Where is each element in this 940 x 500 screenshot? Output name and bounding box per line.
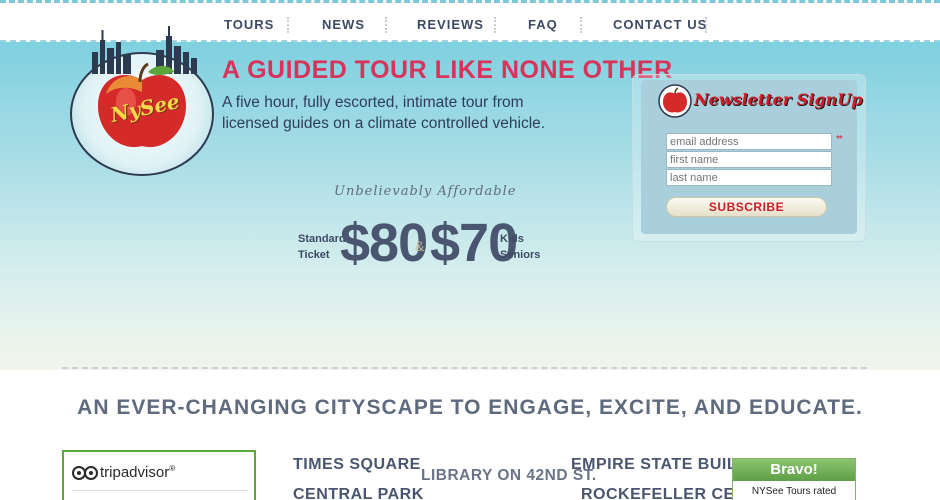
first-name-field[interactable] xyxy=(666,151,832,168)
standard-label-line2: Ticket xyxy=(298,249,330,261)
nav-separator xyxy=(287,17,291,33)
nav-separator xyxy=(705,17,709,33)
tripadvisor-brand: tripadvisor xyxy=(100,464,170,481)
kids-seniors-label: Kids Seniors xyxy=(500,231,550,263)
required-marker: ** xyxy=(836,134,843,145)
last-name-field[interactable] xyxy=(666,169,832,186)
bravo-badge[interactable]: Bravo! NYSee Tours rated xyxy=(732,458,856,500)
site-logo[interactable]: NySee xyxy=(70,14,220,176)
tripadvisor-owl-icon xyxy=(72,466,98,481)
newsletter-apple-icon xyxy=(658,84,692,118)
section-divider xyxy=(62,367,867,369)
nav-item-tours[interactable]: TOURS xyxy=(224,13,274,37)
nav-item-contact[interactable]: CONTACT US xyxy=(613,13,707,37)
nav-separator xyxy=(494,17,498,33)
cityscape-heading: AN EVER-CHANGING CITYSCAPE TO ENGAGE, EX… xyxy=(77,396,863,419)
nav-separator xyxy=(580,17,584,33)
kids-label-line2: Seniors xyxy=(500,249,541,261)
nav-item-faq[interactable]: FAQ xyxy=(528,13,558,37)
place-times-square: TIMES SQUARE xyxy=(293,456,421,473)
hero-subhead: A five hour, fully escorted, intimate to… xyxy=(222,94,546,132)
standard-ticket-label: Standard Ticket xyxy=(298,231,346,263)
bravo-title: Bravo! xyxy=(733,459,855,481)
pricing-tagline: Unbelievably Affordable xyxy=(334,184,517,199)
bravo-text: NYSee Tours rated xyxy=(751,486,837,497)
tripadvisor-divider xyxy=(72,490,248,491)
standard-label-line1: Standard xyxy=(298,233,346,245)
nav-item-news[interactable]: NEWS xyxy=(322,13,365,37)
nav-separator xyxy=(385,17,389,33)
hero-headline: A GUIDED TOUR LIKE NONE OTHER xyxy=(222,56,673,84)
newsletter-title: Newsletter SignUp xyxy=(694,90,863,109)
place-central-park: CENTRAL PARK xyxy=(293,486,424,500)
tripadvisor-trademark: ® xyxy=(169,464,176,473)
price-ampersand: & xyxy=(415,238,425,254)
tripadvisor-logo: tripadvisor® xyxy=(72,464,175,481)
nav-item-reviews[interactable]: REVIEWS xyxy=(417,13,484,37)
tripadvisor-widget[interactable]: tripadvisor® xyxy=(62,450,256,500)
email-field[interactable] xyxy=(666,133,832,150)
subscribe-button[interactable]: SUBSCRIBE xyxy=(666,197,827,217)
kids-label-line1: Kids xyxy=(500,233,524,245)
